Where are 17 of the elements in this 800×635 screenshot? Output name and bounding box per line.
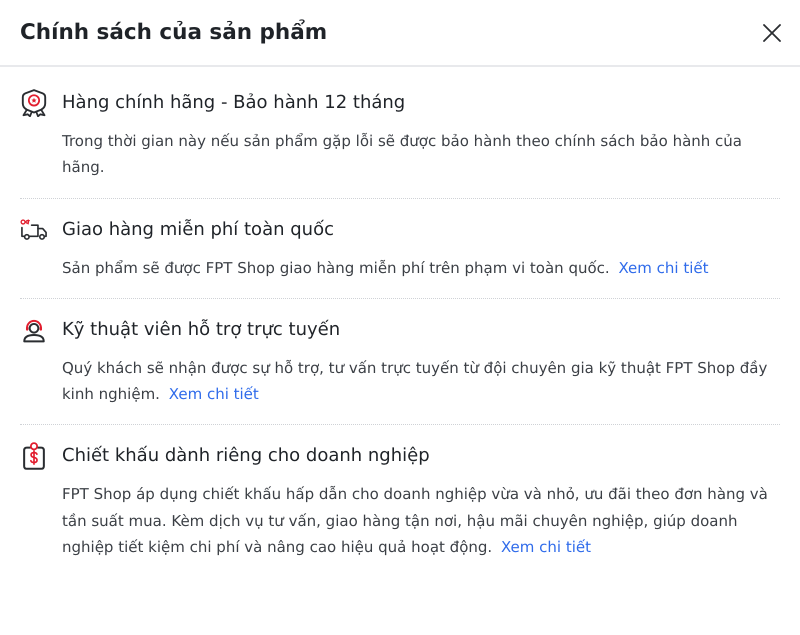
details-link[interactable]: Xem chi tiết	[168, 385, 259, 404]
policy-title: Hàng chính hãng - Bảo hành 12 tháng	[62, 91, 406, 115]
details-link[interactable]: Xem chi tiết	[618, 258, 709, 277]
close-button[interactable]	[761, 22, 783, 44]
close-icon	[763, 24, 781, 42]
policy-description: Sản phẩm sẽ được FPT Shop giao hàng miễn phí trên phạm vi toàn quốc. Xem chi tiết	[62, 258, 710, 279]
clipboard-dollar-icon	[22, 442, 46, 470]
policy-description: Quý khách sẽ nhận được sự hỗ trợ, tư vấn trực tuyến từ đội chuyên gia kỹ thuật FPT Shop đầy kinh nghiệm. Xem chi tiết	[62, 358, 768, 406]
policy-title: Chiết khấu dành riêng cho doanh nghiệp	[62, 444, 431, 468]
badge-icon	[20, 89, 48, 117]
truck-icon	[20, 218, 48, 242]
details-link[interactable]: Xem chi tiết	[500, 538, 592, 556]
policy-title: Kỹ thuật viên hỗ trợ trực tuyến	[62, 318, 342, 342]
policy-title: Giao hàng miễn phí toàn quốc	[62, 218, 335, 242]
dialog-title: Chính sách của sản phẩm	[20, 18, 328, 46]
policy-description: Trong thời gian này nếu sản phẩm gặp lỗi sẽ được bảo hành theo chính sách bảo hành của hãng.	[62, 131, 743, 178]
policy-description: FPT Shop áp dụng chiết khấu hấp dẫn cho doanh nghiệp vừa và nhỏ, ưu đãi theo đơn hàng và tần suất mua. Kèm dịch vụ tư vấn, giao hàng tận nơi, hậu mãi chuyên nghiệp, giúp doanh nghiệp tiết kiệm chi phí và nâng cao hiệu quả hoạt động. Xem chi tiết	[62, 484, 769, 558]
